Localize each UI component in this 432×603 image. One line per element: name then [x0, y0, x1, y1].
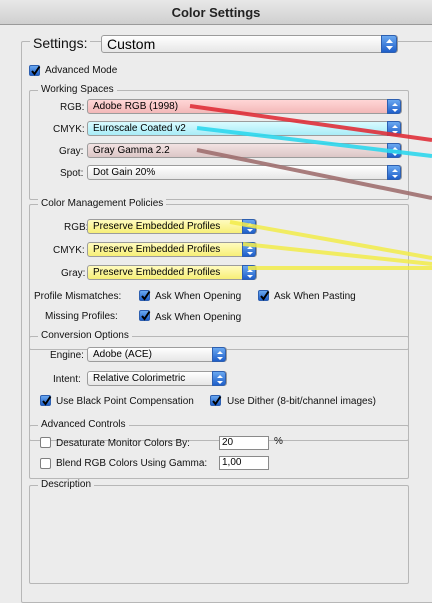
annotation-line-cyan	[196, 126, 432, 158]
annotation-overlay	[189, 104, 432, 270]
annotation-line-rose	[196, 148, 432, 200]
annotation-line-red	[189, 104, 432, 142]
